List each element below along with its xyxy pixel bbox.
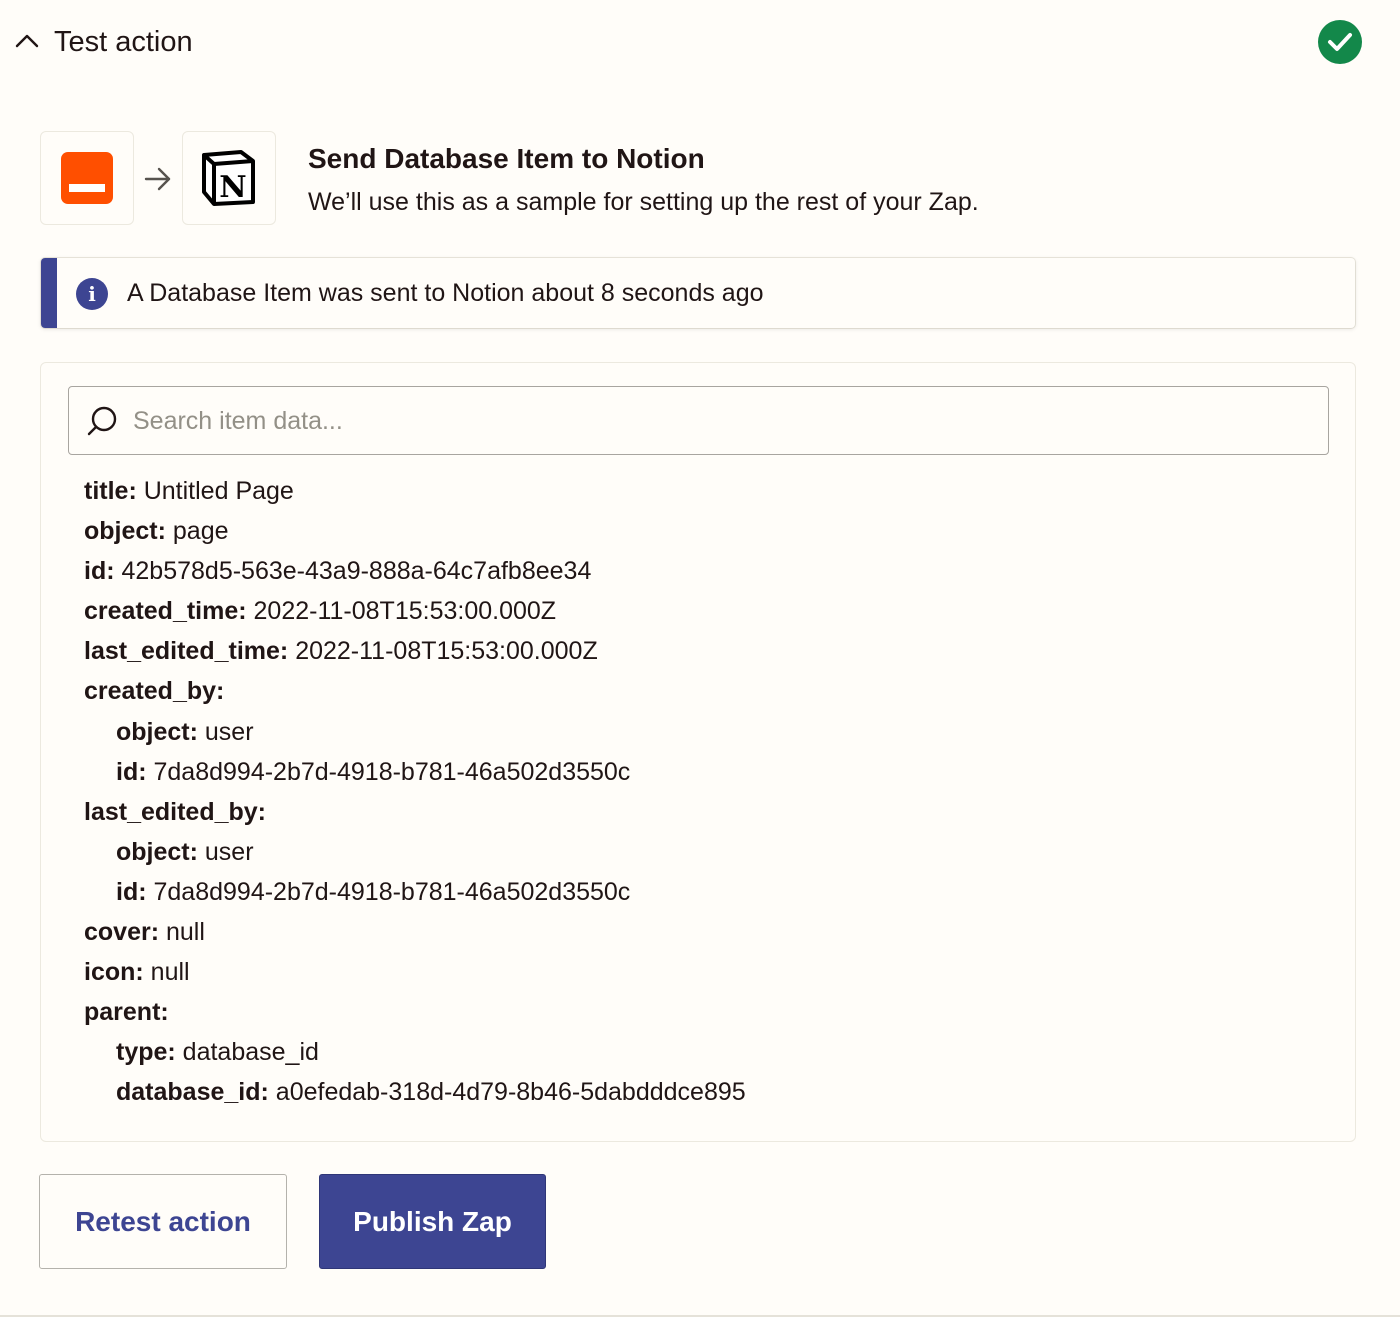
data-key: object: [116, 837, 198, 866]
data-row: id: 42b578d5-563e-43a9-888a-64c7afb8ee34 [84, 551, 746, 591]
data-key: title: [84, 477, 137, 505]
search-icon [87, 406, 117, 436]
data-key: last_edited_time: [84, 637, 289, 666]
data-row: icon: null [84, 952, 746, 992]
data-value: user [197, 717, 254, 746]
data-key: id: [84, 557, 115, 586]
action-subtitle: We’ll use this as a sample for setting u… [308, 188, 979, 216]
data-row: id: 7da8d994-2b7d-4918-b781-46a502d3550c [84, 872, 746, 912]
data-row: object: page [84, 511, 746, 551]
trigger-app-icon [61, 152, 113, 204]
data-row: database_id: a0efedab-318d-4d79-8b46-5da… [84, 1072, 746, 1112]
data-row: type: database_id [84, 1032, 746, 1072]
data-value: user [197, 837, 254, 866]
data-key: object: [84, 517, 166, 546]
test-action-header[interactable]: Test action [0, 0, 1400, 84]
data-value: a0efedab-318d-4d79-8b46-5dabdddce895 [268, 1078, 746, 1107]
arrow-right-icon [144, 167, 171, 191]
action-title: Send Database Item to Notion [308, 143, 705, 174]
data-value: 2022-11-08T15:53:00.000Z [246, 597, 557, 626]
data-value: null [159, 918, 205, 947]
info-icon: i [76, 278, 108, 310]
data-key: created_time: [84, 597, 247, 626]
notion-logo-letter: N [219, 170, 246, 205]
data-row: last_edited_time: 2022-11-08T15:53:00.00… [84, 631, 746, 671]
trigger-app-tile [40, 131, 134, 225]
data-key: icon: [84, 958, 144, 987]
search-input[interactable] [133, 399, 1313, 443]
data-value: Untitled Page [136, 477, 294, 505]
data-row: parent: [84, 992, 746, 1032]
check-circle-icon [1318, 20, 1362, 64]
data-key: last_edited_by: [84, 797, 267, 826]
banner-accent-stripe [41, 258, 57, 328]
banner-message: A Database Item was sent to Notion about… [127, 279, 764, 307]
search-field[interactable] [68, 386, 1329, 455]
data-row: cover: null [84, 912, 746, 952]
chevron-up-icon[interactable] [12, 28, 42, 54]
data-value: 2022-11-08T15:53:00.000Z [288, 637, 598, 666]
data-row: created_by: [84, 671, 746, 711]
data-key: id: [116, 757, 147, 786]
section-title: Test action [54, 26, 193, 58]
notion-app-tile: N [182, 131, 276, 225]
data-key: id: [116, 877, 147, 906]
data-key: database_id: [116, 1078, 269, 1107]
notion-logo-icon: N [202, 150, 255, 206]
retest-action-button[interactable]: Retest action [39, 1174, 287, 1269]
info-banner: i A Database Item was sent to Notion abo… [41, 258, 1355, 328]
data-value: database_id [175, 1038, 319, 1067]
publish-zap-button[interactable]: Publish Zap [319, 1174, 546, 1269]
data-key: object: [116, 717, 198, 746]
data-key: created_by: [84, 677, 225, 706]
data-row: object: user [84, 712, 746, 752]
data-value: 7da8d994-2b7d-4918-b781-46a502d3550c [146, 877, 631, 906]
data-key: cover: [84, 918, 160, 947]
item-data-list: title: Untitled Page object: page id: 42b5… [84, 471, 746, 1113]
data-key: type: [116, 1038, 176, 1067]
data-key: parent: [84, 998, 169, 1027]
data-row: created_time: 2022-11-08T15:53:00.000Z [84, 591, 746, 631]
data-row: title: Untitled Page [84, 471, 746, 511]
data-value: 7da8d994-2b7d-4918-b781-46a502d3550c [146, 757, 631, 786]
item-data-panel: title: Untitled Pageobject: pageid: 42b5… [40, 362, 1356, 1142]
data-value: 42b578d5-563e-43a9-888a-64c7afb8ee34 [114, 557, 592, 586]
data-value: page [165, 517, 229, 546]
data-row: last_edited_by: [84, 792, 746, 832]
data-value: null [143, 958, 190, 987]
data-row: object: user [84, 832, 746, 872]
data-row: id: 7da8d994-2b7d-4918-b781-46a502d3550c [84, 752, 746, 792]
